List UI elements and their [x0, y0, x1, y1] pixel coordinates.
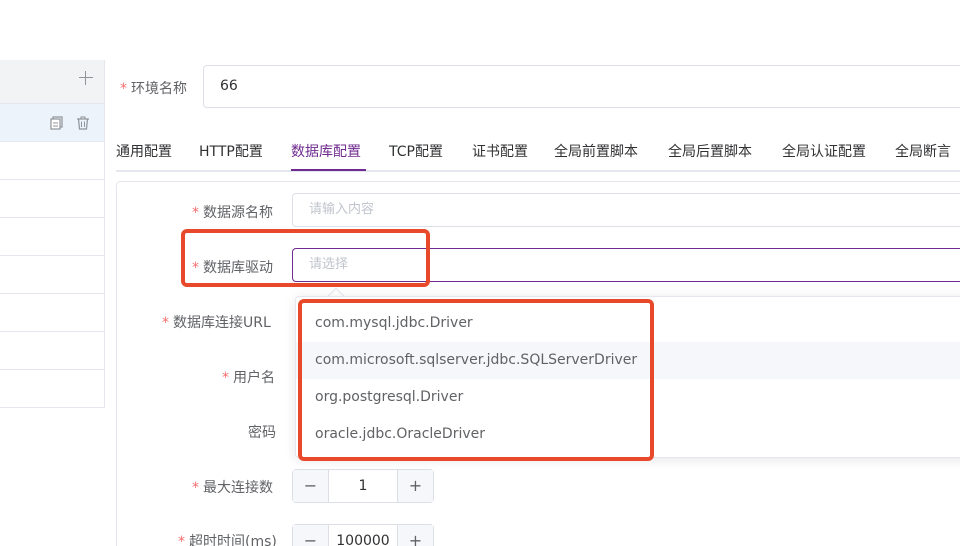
required-mark: * [120, 81, 127, 97]
required-mark: * [192, 205, 199, 221]
environment-list-item[interactable] [0, 180, 104, 218]
max-connections-value[interactable]: 1 [329, 470, 397, 502]
required-mark: * [178, 534, 185, 546]
environment-list-item[interactable] [0, 256, 104, 294]
tab-http[interactable]: HTTP配置 [199, 141, 263, 161]
increment-button[interactable]: + [397, 470, 433, 502]
env-name-label-text: 环境名称 [131, 81, 187, 97]
env-name-input[interactable]: 66 [203, 65, 960, 108]
timeout-label-text: 超时时间(ms) [189, 534, 277, 546]
max-connections-stepper: − 1 + [292, 469, 434, 503]
username-label-text: 用户名 [233, 370, 275, 386]
timeout-stepper: − 100000 + [292, 524, 434, 546]
tab-certificate[interactable]: 证书配置 [472, 141, 528, 161]
active-tab-indicator [291, 169, 366, 171]
password-label: 密码 [248, 425, 276, 441]
timeout-value[interactable]: 100000 [329, 525, 397, 546]
tab-global-assertion[interactable]: 全局断言 [895, 141, 951, 161]
datasource-name-label: * 数据源名称 [192, 202, 273, 222]
tab-global-post-script[interactable]: 全局后置脚本 [668, 141, 752, 161]
delete-icon[interactable] [76, 115, 90, 130]
required-mark: * [192, 480, 199, 496]
highlight-box-driver [181, 229, 430, 287]
increment-button[interactable]: + [397, 525, 433, 546]
url-label-text: 数据库连接URL [173, 315, 271, 331]
url-label: * 数据库连接URL [162, 312, 271, 332]
tab-global-pre-script[interactable]: 全局前置脚本 [554, 141, 638, 161]
add-icon[interactable] [78, 70, 94, 86]
tab-tcp[interactable]: TCP配置 [389, 141, 443, 161]
max-connections-label: * 最大连接数 [192, 477, 273, 497]
environment-list-item[interactable] [0, 294, 104, 332]
environment-list-item[interactable] [0, 104, 104, 142]
datasource-name-label-text: 数据源名称 [203, 205, 273, 221]
datasource-name-input[interactable]: 请输入内容 [292, 193, 960, 227]
environment-list-item[interactable] [0, 218, 104, 256]
environment-list [0, 60, 105, 408]
tab-global-auth[interactable]: 全局认证配置 [782, 141, 866, 161]
decrement-button[interactable]: − [293, 525, 329, 546]
environment-list-item[interactable] [0, 332, 104, 370]
copy-icon[interactable] [50, 115, 64, 130]
highlight-box-options [298, 299, 654, 461]
tab-database[interactable]: 数据库配置 [291, 141, 361, 161]
username-label: * 用户名 [222, 367, 275, 387]
decrement-button[interactable]: − [293, 470, 329, 502]
environment-list-item[interactable] [0, 142, 104, 180]
required-mark: * [162, 315, 169, 331]
timeout-label: * 超时时间(ms) [178, 531, 277, 546]
required-mark: * [222, 370, 229, 386]
max-connections-label-text: 最大连接数 [203, 480, 273, 496]
tab-general[interactable]: 通用配置 [116, 141, 172, 161]
environment-list-header [0, 60, 104, 104]
env-name-label: * 环境名称 [120, 78, 187, 98]
